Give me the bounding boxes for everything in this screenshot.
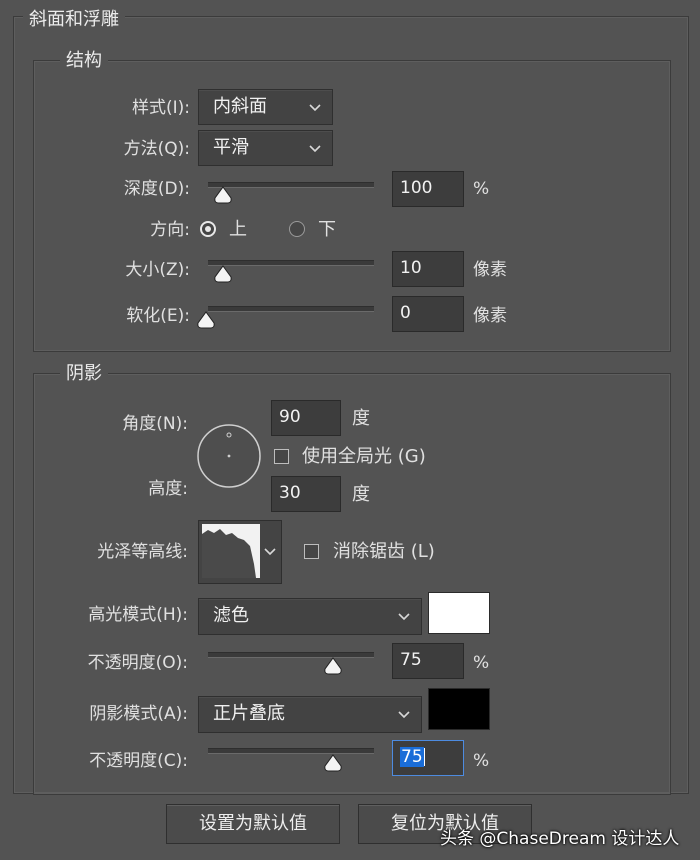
style-value: 内斜面: [213, 96, 267, 117]
highlight-mode-dropdown[interactable]: 滤色: [198, 598, 422, 635]
depth-input[interactable]: 100: [392, 171, 464, 207]
highlight-opacity-thumb[interactable]: [323, 657, 343, 675]
highlight-color-swatch[interactable]: [428, 592, 490, 634]
direction-up-label: 上: [229, 219, 247, 240]
shadow-color-swatch[interactable]: [428, 688, 490, 730]
anti-aliased-checkbox[interactable]: [304, 544, 319, 559]
angle-dial[interactable]: [196, 423, 262, 489]
highlight-opacity-input[interactable]: 75: [392, 643, 464, 679]
highlight-opacity-track[interactable]: [208, 652, 374, 658]
size-input[interactable]: 10: [392, 251, 464, 287]
chevron-down-icon: [398, 711, 410, 719]
soften-label: 软化(E):: [126, 306, 190, 326]
highlight-mode-label: 高光模式(H):: [88, 605, 188, 625]
altitude-label: 高度:: [148, 479, 188, 499]
shading-title: 阴影: [60, 363, 108, 385]
style-label: 样式(I):: [131, 98, 190, 118]
anti-aliased-label: 消除锯齿 (L): [333, 541, 435, 562]
shadow-mode-value: 正片叠底: [213, 703, 285, 724]
chevron-down-icon: [264, 548, 276, 556]
global-light-checkbox[interactable]: [274, 449, 289, 464]
panel-title: 斜面和浮雕: [23, 9, 125, 31]
shadow-mode-label: 阴影模式(A):: [89, 704, 188, 724]
gloss-contour-picker[interactable]: [198, 520, 282, 584]
shadow-mode-dropdown[interactable]: 正片叠底: [198, 696, 422, 733]
watermark: 头条 @ChaseDream 设计达人: [440, 829, 680, 849]
direction-up-radio[interactable]: [200, 221, 216, 237]
angle-unit: 度: [352, 408, 370, 429]
technique-dropdown[interactable]: 平滑: [198, 130, 333, 166]
size-slider-thumb[interactable]: [213, 265, 233, 283]
shadow-opacity-unit: %: [473, 751, 490, 771]
global-light-label: 使用全局光 (G): [302, 446, 426, 467]
highlight-opacity-unit: %: [473, 653, 490, 673]
contour-preview-icon: [202, 524, 260, 578]
altitude-input[interactable]: 30: [271, 476, 341, 512]
make-default-button[interactable]: 设置为默认值: [166, 804, 340, 844]
size-label: 大小(Z):: [125, 260, 190, 280]
chevron-down-icon: [309, 145, 321, 153]
angle-input[interactable]: 90: [271, 400, 341, 436]
soften-slider-thumb[interactable]: [196, 311, 216, 329]
angle-label: 角度(N):: [122, 414, 188, 434]
altitude-unit: 度: [352, 484, 370, 505]
chevron-down-icon: [398, 613, 410, 621]
soften-input[interactable]: 0: [392, 296, 464, 332]
style-dropdown[interactable]: 内斜面: [198, 89, 333, 125]
gloss-contour-label: 光泽等高线:: [97, 542, 188, 562]
direction-label: 方向:: [150, 220, 190, 240]
soften-unit: 像素: [473, 306, 507, 326]
soften-slider-track[interactable]: [208, 306, 374, 312]
shadow-opacity-value: 75: [400, 747, 424, 767]
depth-label: 深度(D):: [123, 179, 190, 199]
structure-title: 结构: [60, 50, 108, 72]
chevron-down-icon: [309, 104, 321, 112]
shadow-opacity-input[interactable]: 75: [392, 740, 464, 776]
shadow-opacity-thumb[interactable]: [323, 754, 343, 772]
technique-value: 平滑: [213, 137, 249, 158]
size-unit: 像素: [473, 260, 507, 280]
direction-down-radio[interactable]: [289, 221, 305, 237]
highlight-opacity-label: 不透明度(O):: [87, 653, 188, 673]
technique-label: 方法(Q):: [123, 139, 190, 159]
depth-slider-thumb[interactable]: [213, 186, 233, 204]
highlight-mode-value: 滤色: [213, 605, 249, 626]
shadow-opacity-track[interactable]: [208, 748, 374, 754]
depth-unit: %: [473, 179, 490, 199]
shadow-opacity-label: 不透明度(C):: [89, 751, 188, 771]
direction-down-label: 下: [318, 219, 336, 240]
